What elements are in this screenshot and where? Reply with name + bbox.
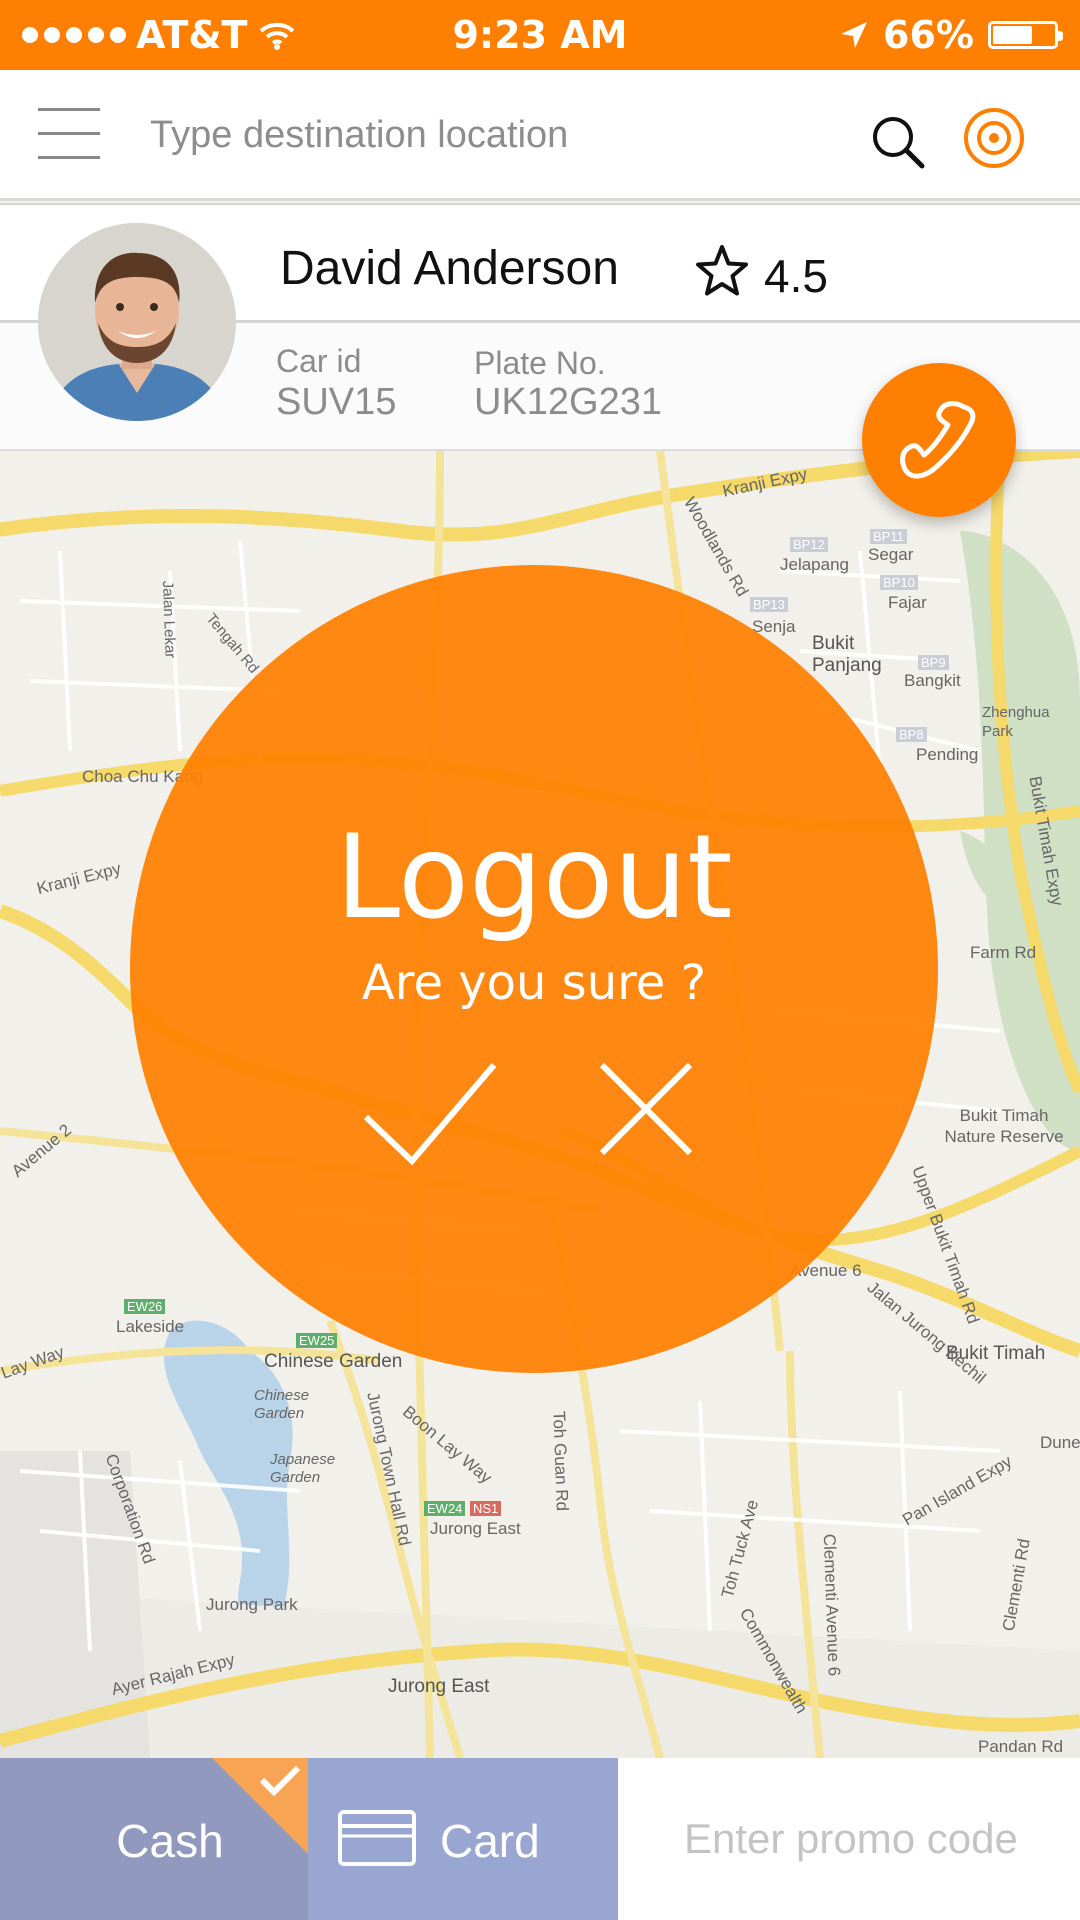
payment-cash-tab[interactable]: Cash [0, 1758, 308, 1920]
map-label: Pending [916, 745, 979, 764]
map-label: Pandan Rd [978, 1737, 1064, 1756]
star-icon [696, 245, 748, 296]
status-bar: AT&T 9:23 AM 66% [0, 0, 1080, 70]
map-label: Bukit Timah Nature Reserve [944, 1106, 1064, 1146]
map-label: Segar [868, 545, 914, 564]
driver-name: David Anderson [280, 242, 619, 295]
promo-code-input[interactable] [618, 1758, 1080, 1920]
logout-title: Logout [335, 810, 733, 945]
map-label: Jurong East [388, 1676, 490, 1697]
logout-message: Are you sure ? [361, 955, 707, 1011]
map-label: Toh Guan Rd [549, 1410, 572, 1512]
cash-label: Cash [116, 1815, 224, 1867]
close-icon [599, 1062, 693, 1156]
credit-card-icon [338, 1810, 416, 1866]
map-label: EW25 [296, 1333, 338, 1348]
phone-icon [900, 401, 976, 479]
map-label: Jalan Lekar [158, 580, 179, 659]
map-label: Fajar [888, 593, 927, 612]
car-id-label: Car id [276, 343, 362, 379]
payment-bar: Cash Card [0, 1758, 1080, 1920]
map-label: Dunearn [1040, 1433, 1080, 1452]
map-label: Lakeside [116, 1317, 185, 1336]
map-label: BP9 [918, 655, 949, 670]
map-label: Japanese Garden [270, 1451, 336, 1486]
destination-search-input[interactable] [148, 102, 812, 168]
map-label: BP8 [896, 727, 927, 742]
location-arrow-icon [841, 22, 868, 48]
map-label: BP10 [880, 575, 918, 590]
battery-icon [988, 21, 1063, 49]
hamburger-icon[interactable] [38, 108, 100, 160]
check-icon [363, 1063, 497, 1166]
driver-rating: 4.5 [764, 250, 828, 302]
target-icon[interactable] [962, 106, 1026, 170]
card-label: Card [440, 1815, 540, 1867]
map-label: Jurong East [430, 1519, 521, 1538]
map-label: Bangkit [904, 671, 961, 690]
car-id-value: SUV15 [276, 381, 397, 423]
map-label: NS1 [470, 1501, 502, 1516]
confirm-logout-button[interactable] [360, 1055, 500, 1175]
status-bar-right: 66% [839, 0, 1063, 70]
map-label: EW26 [124, 1299, 166, 1314]
map-label: BP11 [870, 529, 907, 544]
call-driver-button[interactable] [862, 363, 1016, 517]
map-label: Farm Rd [970, 943, 1037, 962]
check-mark-icon [259, 1765, 301, 1796]
map-label: BP13 [750, 597, 788, 612]
logout-dialog: Logout Are you sure ? [130, 565, 938, 1373]
battery-percent: 66% [883, 13, 974, 57]
payment-card-tab[interactable]: Card [308, 1758, 618, 1920]
search-bar [0, 70, 1080, 201]
driver-avatar [38, 223, 236, 421]
cancel-logout-button[interactable] [592, 1055, 702, 1165]
map-label: Jelapang [780, 555, 850, 574]
map-label: Chinese Garden [264, 1351, 403, 1372]
map-label: Zhenghua Park [982, 704, 1050, 740]
map-label: BP12 [790, 537, 828, 552]
search-icon[interactable] [868, 112, 928, 172]
plate-number-label: Plate No. [474, 345, 606, 381]
map-label: Bukit Panjang [812, 633, 882, 676]
plate-number-value: UK12G231 [474, 381, 663, 423]
map-label: EW24 [424, 1501, 466, 1516]
map-label: Chinese Garden [254, 1387, 310, 1422]
map-label: Jurong Park [206, 1595, 298, 1614]
